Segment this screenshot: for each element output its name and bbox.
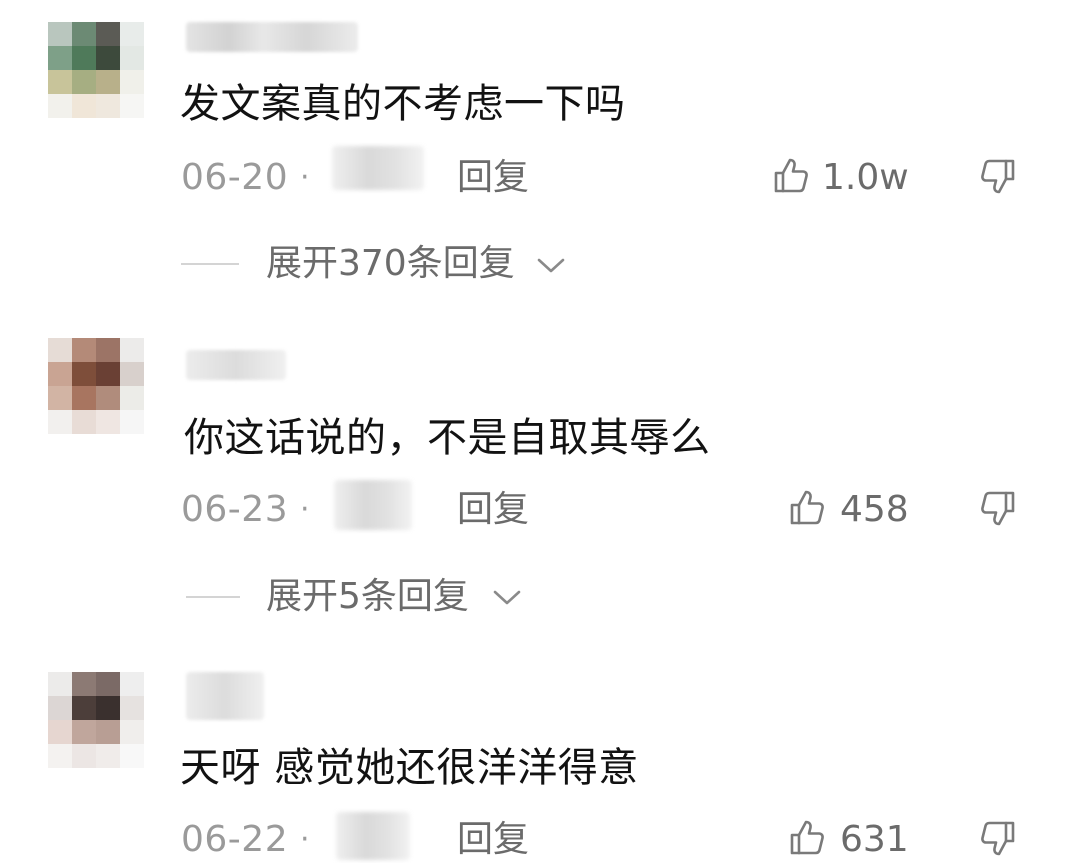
avatar-pixel <box>96 338 120 362</box>
reply-button[interactable]: 回复 <box>457 488 529 532</box>
avatar-pixel <box>48 696 72 720</box>
avatar-pixel <box>96 410 120 434</box>
username-blurred[interactable] <box>186 22 358 52</box>
avatar-pixel <box>96 94 120 118</box>
comment-date: 06-22 <box>181 819 289 860</box>
expand-replies-button[interactable]: 展开5条回复 <box>266 575 469 619</box>
avatar-pixel <box>72 70 96 94</box>
avatar-pixel <box>72 386 96 410</box>
chevron-down-icon[interactable] <box>492 588 522 608</box>
thumbs-up-icon[interactable] <box>788 486 830 528</box>
comment-date: 06-23 <box>181 489 289 530</box>
location-blurred <box>334 480 412 530</box>
avatar[interactable] <box>48 338 144 434</box>
avatar-pixel <box>120 410 144 434</box>
avatar-pixel <box>48 94 72 118</box>
avatar-pixel <box>48 46 72 70</box>
chevron-down-icon[interactable] <box>536 256 566 276</box>
like-count: 458 <box>840 489 909 530</box>
avatar-pixel <box>48 70 72 94</box>
thumbs-down-icon[interactable] <box>976 156 1018 198</box>
avatar-pixel <box>72 696 96 720</box>
avatar-pixel <box>48 672 72 696</box>
meta-separator: · <box>300 160 310 195</box>
avatar-pixel <box>96 720 120 744</box>
avatar-pixel <box>96 696 120 720</box>
avatar-pixel <box>120 720 144 744</box>
thumbs-up-icon[interactable] <box>772 154 814 196</box>
location-blurred <box>336 812 410 860</box>
avatar-pixel <box>96 362 120 386</box>
avatar-pixel <box>72 94 96 118</box>
thumbs-down-icon[interactable] <box>976 818 1018 860</box>
comment-date: 06-20 <box>181 157 289 198</box>
reply-button[interactable]: 回复 <box>457 156 529 200</box>
avatar-pixel <box>120 386 144 410</box>
like-count: 1.0w <box>822 157 909 198</box>
avatar-pixel <box>120 362 144 386</box>
meta-separator: · <box>300 822 310 857</box>
avatar-pixel <box>120 46 144 70</box>
avatar-pixel <box>48 744 72 768</box>
avatar-pixel <box>120 696 144 720</box>
reply-button[interactable]: 回复 <box>457 818 529 862</box>
thumbs-up-icon[interactable] <box>788 816 830 858</box>
avatar-pixel <box>48 410 72 434</box>
avatar-pixel <box>120 672 144 696</box>
avatar-pixel <box>72 744 96 768</box>
avatar-pixel <box>48 362 72 386</box>
avatar-pixel <box>120 744 144 768</box>
avatar-pixel <box>72 338 96 362</box>
avatar-pixel <box>120 94 144 118</box>
avatar-pixel <box>120 70 144 94</box>
comment-text: 发文案真的不考虑一下吗 <box>180 81 626 127</box>
avatar-pixel <box>96 744 120 768</box>
username-blurred[interactable] <box>186 350 286 380</box>
like-count: 631 <box>840 819 909 860</box>
avatar-pixel <box>96 22 120 46</box>
meta-separator: · <box>300 492 310 527</box>
comment-text: 天呀 感觉她还很洋洋得意 <box>180 745 639 791</box>
avatar-pixel <box>72 362 96 386</box>
comment-text: 你这话说的，不是自取其辱么 <box>184 415 711 461</box>
thumbs-down-icon[interactable] <box>976 488 1018 530</box>
avatar-pixel <box>96 46 120 70</box>
avatar-pixel <box>48 22 72 46</box>
avatar-pixel <box>48 386 72 410</box>
avatar-pixel <box>96 672 120 696</box>
expand-replies-button[interactable]: 展开370条回复 <box>266 242 515 286</box>
avatar-pixel <box>72 672 96 696</box>
username-blurred[interactable] <box>186 672 264 720</box>
avatar-pixel <box>48 338 72 362</box>
avatar-pixel <box>96 70 120 94</box>
location-blurred <box>332 146 424 190</box>
avatar-pixel <box>48 720 72 744</box>
avatar[interactable] <box>48 22 144 118</box>
expand-divider <box>186 596 240 598</box>
avatar-pixel <box>72 410 96 434</box>
avatar-pixel <box>72 46 96 70</box>
expand-divider <box>181 263 239 265</box>
avatar[interactable] <box>48 672 144 768</box>
avatar-pixel <box>96 386 120 410</box>
avatar-pixel <box>72 22 96 46</box>
avatar-pixel <box>72 720 96 744</box>
avatar-pixel <box>120 22 144 46</box>
avatar-pixel <box>120 338 144 362</box>
